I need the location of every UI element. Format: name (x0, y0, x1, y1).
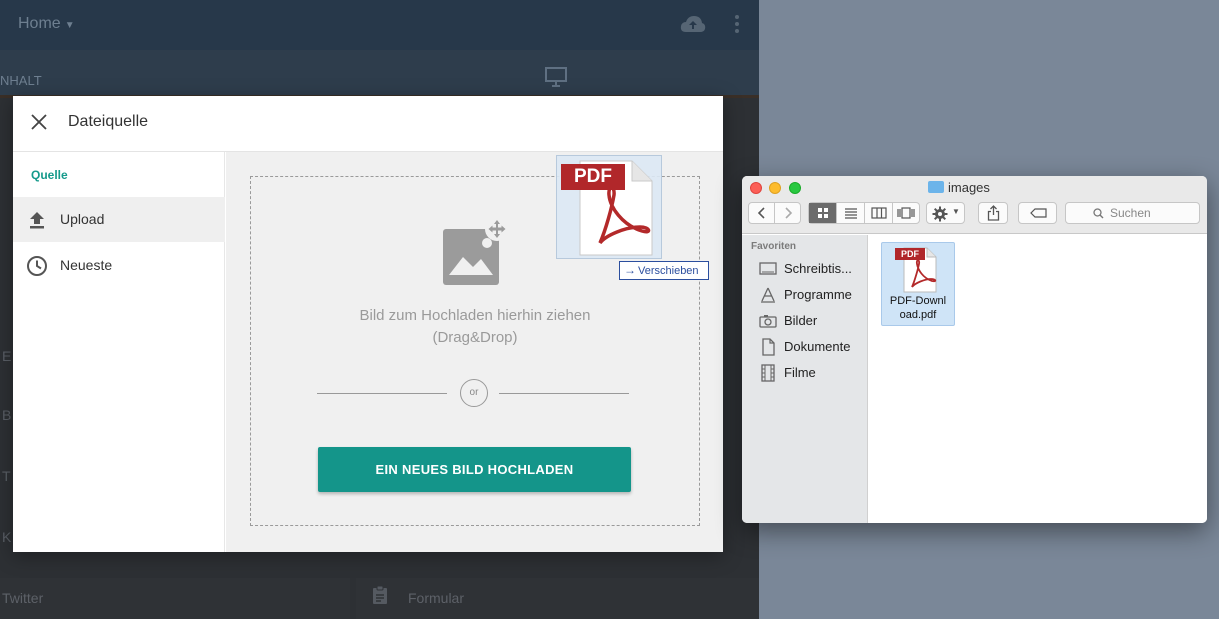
tags-button[interactable] (1018, 202, 1057, 224)
chevron-left-icon (757, 207, 765, 219)
bg-letter-b: B (2, 407, 12, 423)
drop-instructions: Bild zum Hochladen hierhin ziehen (Drag&… (251, 305, 699, 349)
list-icon (845, 208, 857, 219)
drop-text-line1: Bild zum Hochladen hierhin ziehen (359, 307, 591, 324)
divider-line-left (317, 393, 447, 394)
nav-buttons (748, 202, 801, 224)
clock-icon (27, 256, 47, 276)
divider-line-right (499, 393, 629, 394)
search-icon (1093, 208, 1104, 219)
grid-icon (818, 208, 828, 218)
finder-titlebar[interactable]: images ▼ Suchen (742, 176, 1207, 234)
camera-icon (759, 315, 777, 328)
search-placeholder: Suchen (1110, 206, 1151, 220)
film-icon (761, 364, 775, 382)
file-item-pdf[interactable]: PDF PDF-Downl oad.pdf (881, 242, 955, 326)
sidebar-item-label: Schreibtis... (784, 261, 852, 276)
home-label: Home (18, 15, 61, 32)
coverflow-view-button[interactable] (893, 203, 919, 223)
monitor-icon[interactable] (544, 66, 568, 88)
sidebar-item-label: Bilder (784, 313, 818, 328)
sidebar-item-label: Filme (784, 365, 816, 380)
file-name-line1: PDF-Downl (889, 295, 947, 307)
sidebar-item-label: Upload (60, 211, 105, 227)
cloud-upload-icon[interactable] (680, 14, 706, 34)
finder-sidebar: Favoriten Schreibtis... Programme Bilder… (742, 235, 868, 523)
drop-text-line2: (Drag&Drop) (432, 329, 518, 346)
background-topbar: Home ▼ (0, 0, 759, 50)
close-window-button[interactable] (750, 182, 762, 194)
pdf-badge: PDF (895, 248, 925, 260)
sidebar-item-pictures[interactable]: Bilder (742, 309, 868, 333)
home-menu[interactable]: Home ▼ (18, 15, 75, 33)
more-vertical-icon[interactable] (734, 14, 740, 34)
bg-letter-k: K (2, 529, 12, 545)
bg-bottom-left (0, 578, 350, 619)
file-name: PDF-Downl oad.pdf (882, 294, 954, 322)
dragged-file-preview: PDF (556, 155, 662, 259)
sidebar-item-label: Neueste (60, 257, 113, 273)
clipboard-icon (373, 585, 387, 604)
move-tooltip: → Verschieben (619, 261, 709, 280)
sidebar-item-label: Programme (784, 287, 852, 302)
desktop-icon (759, 262, 777, 275)
chevron-down-icon: ▼ (952, 207, 960, 216)
sidebar-item-movies[interactable]: Filme (742, 361, 868, 385)
section-label: NHALT (0, 73, 42, 88)
bg-letter-t: T (2, 468, 11, 484)
finder-window: images ▼ Suchen Favoriten Schreibtis... … (742, 176, 1207, 523)
sidebar-item-applications[interactable]: Programme (742, 283, 868, 307)
move-tooltip-label: Verschieben (638, 265, 699, 277)
sidebar-item-documents[interactable]: Dokumente (742, 335, 868, 359)
or-label: or (460, 379, 488, 407)
sidebar-heading: Quelle (31, 168, 68, 182)
sidebar-item-label: Dokumente (784, 339, 851, 354)
forward-button[interactable] (775, 203, 800, 223)
column-view-button[interactable] (865, 203, 893, 223)
gear-icon (932, 206, 948, 222)
dialog-header: Dateiquelle (13, 96, 723, 152)
view-switcher (808, 202, 920, 224)
close-icon[interactable] (29, 112, 49, 132)
caret-down-icon: ▼ (64, 20, 75, 31)
action-menu-button[interactable]: ▼ (926, 202, 965, 224)
share-button[interactable] (978, 202, 1008, 224)
zoom-window-button[interactable] (789, 182, 801, 194)
source-sidebar: Quelle Upload Neueste (13, 152, 225, 552)
favorites-heading: Favoriten (751, 241, 797, 252)
image-placeholder-icon (443, 217, 509, 285)
finder-title-label: images (948, 180, 990, 195)
file-name-line2: oad.pdf (899, 309, 937, 321)
arrow-right-icon: → (624, 263, 636, 277)
dialog-title: Dateiquelle (68, 113, 149, 130)
share-icon (987, 205, 1000, 221)
minimize-window-button[interactable] (769, 182, 781, 194)
tag-icon (1030, 208, 1047, 218)
pdf-badge: PDF (561, 164, 625, 190)
bg-letter-e: E (2, 348, 12, 364)
upload-new-image-button[interactable]: EIN NEUES BILD HOCHLADEN (318, 447, 631, 492)
search-input[interactable]: Suchen (1065, 202, 1200, 224)
sidebar-item-desktop[interactable]: Schreibtis... (742, 257, 868, 281)
coverflow-icon (897, 207, 915, 219)
sidebar-item-upload[interactable]: Upload (13, 197, 225, 242)
finder-title: images (928, 180, 990, 196)
documents-icon (762, 338, 775, 356)
icon-view-button[interactable] (809, 203, 837, 223)
sidebar-item-recent[interactable]: Neueste (13, 243, 225, 288)
finder-file-area: PDF PDF-Downl oad.pdf (869, 235, 1207, 523)
background-subbar: NHALT (0, 50, 759, 98)
list-view-button[interactable] (837, 203, 865, 223)
back-button[interactable] (749, 203, 775, 223)
columns-icon (871, 207, 887, 219)
upload-icon (30, 212, 44, 229)
twitter-widget-label[interactable]: Twitter (2, 590, 43, 606)
or-divider: or (317, 379, 631, 407)
chevron-right-icon (785, 207, 793, 219)
folder-icon (928, 181, 944, 193)
applications-icon (761, 287, 775, 303)
formular-widget-label[interactable]: Formular (408, 590, 464, 606)
